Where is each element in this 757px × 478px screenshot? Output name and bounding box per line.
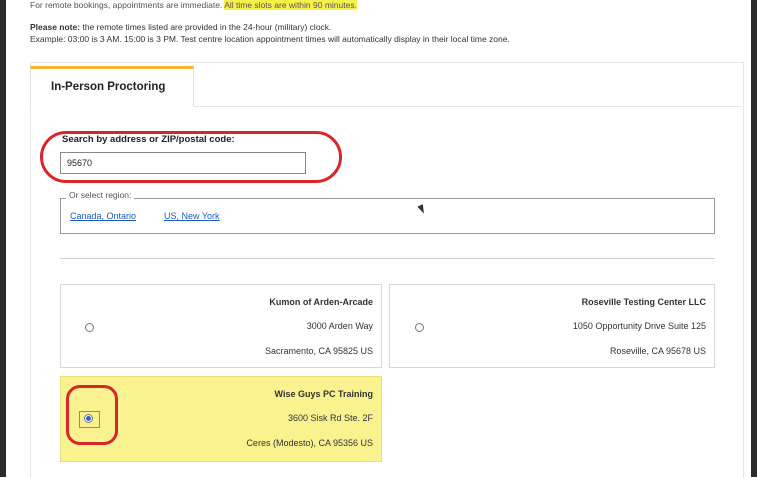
- time-slots-highlight: All time slots are within 90 minutes.: [224, 0, 357, 10]
- location-name: Wise Guys PC Training: [274, 389, 373, 399]
- zip-search-input[interactable]: [60, 152, 306, 174]
- remote-bookings-text: For remote bookings, appointments are im…: [30, 0, 223, 10]
- tab-in-person-proctoring[interactable]: In-Person Proctoring: [30, 66, 194, 106]
- location-address: 3000 Arden Way: [306, 321, 373, 331]
- location-city: Sacramento, CA 95825 US: [264, 346, 373, 356]
- location-address: 1050 Opportunity Drive Suite 125: [572, 321, 706, 331]
- location-radio-roseville[interactable]: [415, 323, 424, 332]
- window-frame-right: [751, 0, 757, 477]
- location-radio-kumon[interactable]: [85, 323, 94, 332]
- window-frame-left: [0, 0, 6, 477]
- tab-label: In-Person Proctoring: [51, 81, 166, 93]
- please-note-label: Please note:: [30, 22, 81, 32]
- remote-bookings-note: For remote bookings, appointments are im…: [30, 0, 357, 10]
- search-label: Search by address or ZIP/postal code:: [62, 134, 235, 145]
- location-card-kumon[interactable]: Kumon of Arden-Arcade 3000 Arden Way Sac…: [60, 284, 382, 368]
- location-card-wise-guys[interactable]: Wise Guys PC Training 3600 Sisk Rd Ste. …: [60, 376, 382, 462]
- please-note: Please note: the remote times listed are…: [30, 22, 331, 32]
- region-legend: Or select region:: [66, 190, 135, 200]
- region-fieldset: [60, 198, 715, 234]
- location-card-roseville[interactable]: Roseville Testing Center LLC 1050 Opport…: [389, 284, 715, 368]
- location-city: Roseville, CA 95678 US: [609, 346, 706, 356]
- page: For remote bookings, appointments are im…: [14, 0, 744, 478]
- location-radio-wise-guys[interactable]: [84, 414, 93, 423]
- region-link-canada-ontario[interactable]: Canada, Ontario: [70, 211, 136, 221]
- location-name: Kumon of Arden-Arcade: [269, 297, 373, 307]
- please-note-text: the remote times listed are provided in …: [82, 22, 332, 32]
- section-divider: [60, 258, 715, 259]
- location-name: Roseville Testing Center LLC: [581, 297, 706, 307]
- time-example: Example: 03:00 is 3 AM. 15:00 is 3 PM. T…: [30, 34, 510, 44]
- tab-underline: [194, 106, 742, 107]
- region-link-us-new-york[interactable]: US, New York: [164, 211, 220, 221]
- location-city: Ceres (Modesto), CA 95356 US: [246, 438, 373, 448]
- location-address: 3600 Sisk Rd Ste. 2F: [287, 413, 373, 423]
